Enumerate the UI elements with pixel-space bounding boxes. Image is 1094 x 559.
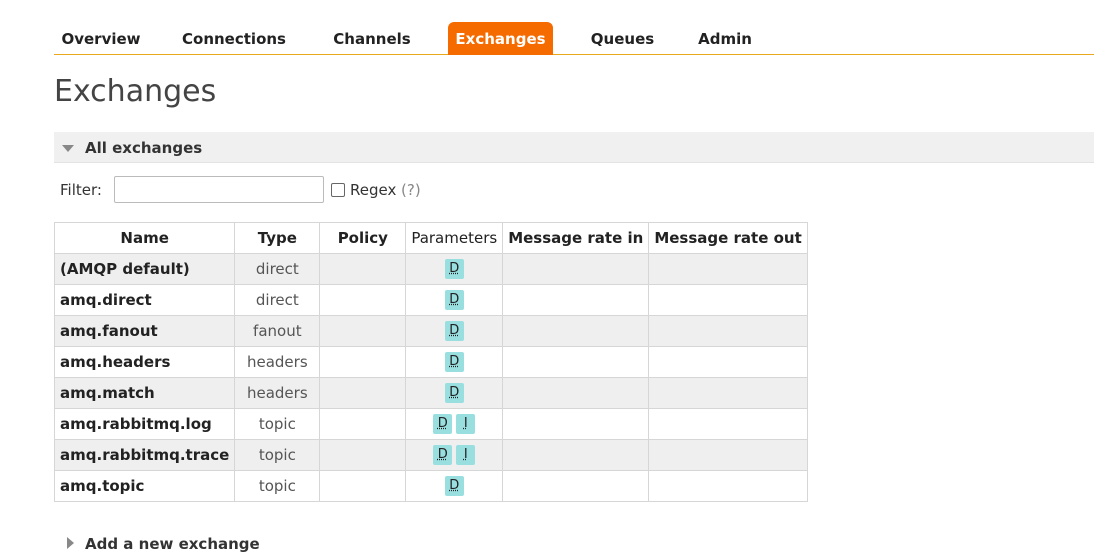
- main-nav: Overview Connections Channels Exchanges …: [54, 22, 1094, 55]
- regex-help-link[interactable]: (?): [401, 181, 421, 199]
- table-row[interactable]: (AMQP default) direct D: [53, 253, 808, 285]
- exchange-policy: [319, 439, 407, 471]
- exchange-type: direct: [234, 284, 321, 316]
- exchange-params: D: [405, 346, 504, 378]
- exchange-params: D: [405, 377, 504, 409]
- tab-exchanges[interactable]: Exchanges: [448, 22, 553, 55]
- rate-in-cell: [502, 408, 650, 440]
- exchange-policy: [319, 470, 407, 502]
- exchange-params: D: [405, 315, 504, 347]
- exchange-type: fanout: [234, 315, 321, 347]
- col-header-type[interactable]: Type: [234, 222, 321, 254]
- exchange-type: topic: [234, 470, 321, 502]
- col-header-rate-out[interactable]: Message rate out: [648, 222, 808, 254]
- regex-checkbox[interactable]: [331, 183, 345, 197]
- exchange-policy: [319, 253, 407, 285]
- collapse-triangle-icon: [62, 145, 74, 152]
- add-exchange-title: Add a new exchange: [85, 535, 260, 553]
- rate-out-cell: [648, 315, 808, 347]
- exchange-params: D: [405, 253, 504, 285]
- table-row[interactable]: amq.match headers D: [53, 377, 808, 409]
- rate-out-cell: [648, 253, 808, 285]
- table-row[interactable]: amq.headers headers D: [53, 346, 808, 378]
- page-title: Exchanges: [54, 74, 217, 109]
- durable-badge: D: [444, 290, 464, 310]
- tab-queues[interactable]: Queues: [584, 22, 661, 55]
- tab-admin[interactable]: Admin: [691, 22, 759, 55]
- rate-in-cell: [502, 315, 650, 347]
- durable-badge: D: [444, 259, 464, 279]
- tab-channels[interactable]: Channels: [326, 22, 418, 55]
- durable-badge: D: [433, 445, 453, 465]
- exchange-name-link[interactable]: amq.topic: [53, 470, 236, 502]
- rate-out-cell: [648, 346, 808, 378]
- exchange-params: DI: [405, 439, 504, 471]
- table-row[interactable]: amq.rabbitmq.trace topic DI: [53, 439, 808, 471]
- rate-in-cell: [502, 253, 650, 285]
- exchange-type: headers: [234, 377, 321, 409]
- durable-badge: D: [444, 321, 464, 341]
- filter-label: Filter:: [60, 181, 102, 199]
- exchange-policy: [319, 315, 407, 347]
- table-row[interactable]: amq.rabbitmq.log topic DI: [53, 408, 808, 440]
- expand-triangle-icon: [67, 537, 74, 549]
- exchange-params: DI: [405, 408, 504, 440]
- table-header-row: Name Type Policy Parameters Message rate…: [53, 222, 808, 254]
- filter-input[interactable]: [114, 176, 324, 203]
- durable-badge: D: [433, 414, 453, 434]
- rate-in-cell: [502, 377, 650, 409]
- rate-out-cell: [648, 470, 808, 502]
- exchange-params: D: [405, 284, 504, 316]
- exchange-name-link[interactable]: amq.rabbitmq.log: [53, 408, 236, 440]
- exchange-type: headers: [234, 346, 321, 378]
- col-header-rate-in[interactable]: Message rate in: [502, 222, 650, 254]
- exchange-name-link[interactable]: amq.headers: [53, 346, 236, 378]
- exchange-policy: [319, 408, 407, 440]
- table-row[interactable]: amq.direct direct D: [53, 284, 808, 316]
- rate-out-cell: [648, 284, 808, 316]
- page: Overview Connections Channels Exchanges …: [0, 0, 1094, 559]
- exchange-name-link[interactable]: amq.rabbitmq.trace: [53, 439, 236, 471]
- tab-connections[interactable]: Connections: [177, 22, 291, 55]
- internal-badge: I: [456, 414, 476, 434]
- internal-badge: I: [456, 445, 476, 465]
- rate-in-cell: [502, 439, 650, 471]
- exchange-policy: [319, 284, 407, 316]
- exchange-type: topic: [234, 439, 321, 471]
- regex-label: Regex: [350, 181, 397, 199]
- exchange-name-link[interactable]: amq.direct: [53, 284, 236, 316]
- rate-out-cell: [648, 408, 808, 440]
- rate-in-cell: [502, 346, 650, 378]
- rate-in-cell: [502, 470, 650, 502]
- col-header-name[interactable]: Name: [53, 222, 236, 254]
- exchange-name-link[interactable]: amq.match: [53, 377, 236, 409]
- exchanges-table: Name Type Policy Parameters Message rate…: [53, 222, 808, 502]
- durable-badge: D: [444, 476, 464, 496]
- table-row[interactable]: amq.fanout fanout D: [53, 315, 808, 347]
- exchange-params: D: [405, 470, 504, 502]
- exchange-type: topic: [234, 408, 321, 440]
- col-header-parameters: Parameters: [405, 222, 504, 254]
- durable-badge: D: [444, 352, 464, 372]
- rate-out-cell: [648, 439, 808, 471]
- durable-badge: D: [444, 383, 464, 403]
- section-title: All exchanges: [85, 139, 203, 157]
- exchange-type: direct: [234, 253, 321, 285]
- table-row[interactable]: amq.topic topic D: [53, 470, 808, 502]
- all-exchanges-toggle[interactable]: All exchanges: [54, 132, 1094, 163]
- col-header-policy[interactable]: Policy: [319, 222, 407, 254]
- exchange-policy: [319, 346, 407, 378]
- rate-in-cell: [502, 284, 650, 316]
- exchange-name-link[interactable]: amq.fanout: [53, 315, 236, 347]
- rate-out-cell: [648, 377, 808, 409]
- exchange-name-link[interactable]: (AMQP default): [53, 253, 236, 285]
- tab-overview[interactable]: Overview: [54, 22, 148, 55]
- exchange-policy: [319, 377, 407, 409]
